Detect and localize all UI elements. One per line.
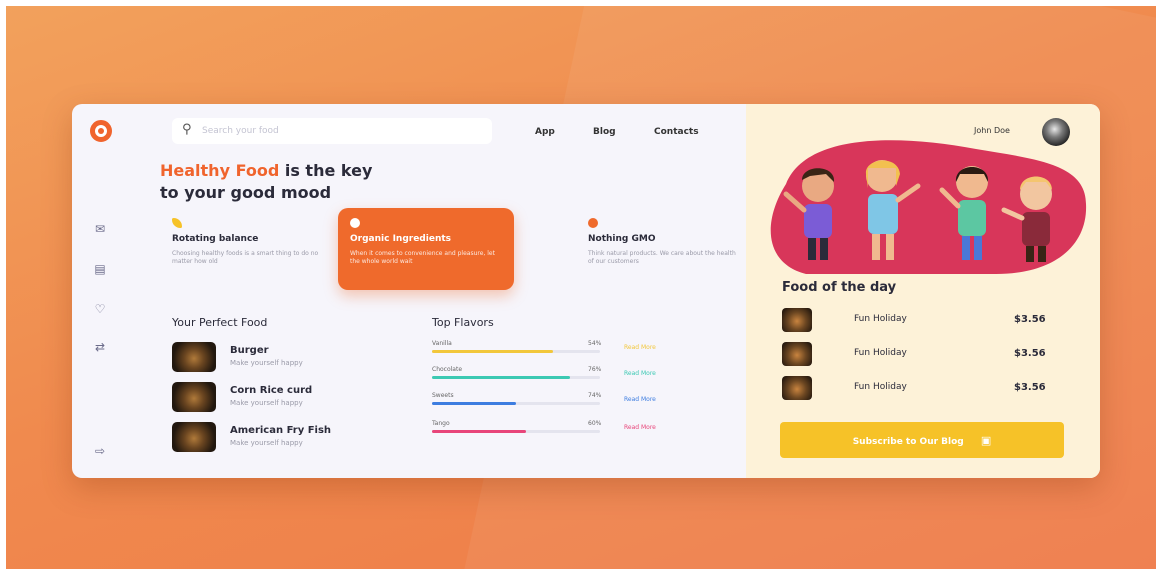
flavor-percent: 74% <box>588 392 602 399</box>
flavor-bar-fill <box>432 376 570 379</box>
nav-app[interactable]: App <box>535 127 555 137</box>
flavor-name: Chocolate <box>432 366 463 373</box>
list-item-corn-rice-curd[interactable]: Corn Rice curd Make yourself happy <box>172 382 392 412</box>
logo-icon[interactable] <box>90 120 112 142</box>
flavor-bar-fill <box>432 430 527 433</box>
food-subtitle: Make yourself happy <box>230 399 303 407</box>
food-name: Burger <box>230 345 269 356</box>
flavor-bar <box>432 376 600 379</box>
flavor-bar-fill <box>432 350 553 353</box>
flavor-percent: 54% <box>588 340 602 347</box>
food-name: American Fry Fish <box>230 425 332 436</box>
food-price: $3.56 <box>1014 348 1046 359</box>
flavor-bar <box>432 350 600 353</box>
read-more-link[interactable]: Read More <box>624 424 656 431</box>
flavor-name: Tango <box>432 420 450 427</box>
top-flavors-title: Top Flavors <box>432 316 494 329</box>
hero-heading: Healthy Food is the key to your good moo… <box>160 160 372 204</box>
apple-icon <box>350 218 360 228</box>
tag-icon[interactable]: ⇄ <box>92 340 108 354</box>
feature-desc: Think natural products. We care about th… <box>588 250 736 265</box>
flavor-name: Sweets <box>432 392 454 399</box>
food-price: $3.56 <box>1014 382 1046 393</box>
feature-title: Nothing GMO <box>588 234 656 244</box>
app-window: ✉ ▤ ♡ ⇄ ⇨ ⚲ App Blog Contacts Healthy Fo… <box>72 104 1100 478</box>
flavor-bar-fill <box>432 402 516 405</box>
tomato-icon <box>588 218 598 228</box>
read-more-link[interactable]: Read More <box>624 370 656 377</box>
feature-title: Rotating balance <box>172 234 259 244</box>
heart-icon[interactable]: ♡ <box>92 302 108 316</box>
read-more-link[interactable]: Read More <box>624 344 656 351</box>
mail-icon[interactable]: ✉ <box>92 222 108 236</box>
hero-line2: to your good mood <box>160 183 332 202</box>
flavor-row: Sweets 74% Read More <box>432 392 692 412</box>
feature-title: Organic Ingredients <box>350 234 452 244</box>
sidebar: ✉ ▤ ♡ ⇄ ⇨ <box>72 104 132 478</box>
feature-desc: When it comes to convenience and pleasur… <box>350 250 495 265</box>
flavor-percent: 76% <box>588 366 602 373</box>
flavor-name: Vanilla <box>432 340 452 347</box>
nav-contacts[interactable]: Contacts <box>654 127 699 137</box>
search-icon: ⚲ <box>182 122 192 137</box>
read-more-link[interactable]: Read More <box>624 396 656 403</box>
food-image <box>172 422 216 452</box>
subscribe-button[interactable]: Subscribe to Our Blog ▣ <box>780 422 1064 458</box>
food-subtitle: Make yourself happy <box>230 439 303 447</box>
food-image <box>172 382 216 412</box>
food-of-day-item[interactable]: Fun Holiday $3.56 <box>782 376 1046 402</box>
food-image <box>782 308 812 332</box>
feature-rotating-balance[interactable]: Rotating balance Choosing healthy foods … <box>160 208 336 290</box>
search-input[interactable] <box>202 122 472 140</box>
nav-blog[interactable]: Blog <box>593 127 616 137</box>
food-subtitle: Make yourself happy <box>230 359 303 367</box>
feature-organic-ingredients[interactable]: Organic Ingredients When it comes to con… <box>338 208 514 290</box>
flavor-row: Chocolate 76% Read More <box>432 366 692 386</box>
feature-nothing-gmo[interactable]: Nothing GMO Think natural products. We c… <box>576 208 752 290</box>
food-price: $3.56 <box>1014 314 1046 325</box>
list-item-burger[interactable]: Burger Make yourself happy <box>172 342 392 372</box>
feature-desc: Choosing healthy foods is a smart thing … <box>172 250 319 265</box>
search-bar[interactable]: ⚲ <box>172 118 492 144</box>
food-image <box>782 376 812 400</box>
flavor-percent: 60% <box>588 420 602 427</box>
food-name: Fun Holiday <box>854 314 907 324</box>
food-image <box>782 342 812 366</box>
flavor-row: Tango 60% Read More <box>432 420 692 440</box>
banana-icon <box>172 218 182 228</box>
calendar-icon[interactable]: ▤ <box>92 262 108 276</box>
food-of-day-item[interactable]: Fun Holiday $3.56 <box>782 342 1046 368</box>
right-panel: John Doe Food of the day Fun Holiday $3.… <box>746 104 1100 478</box>
food-name: Fun Holiday <box>854 348 907 358</box>
flavor-row: Vanilla 54% Read More <box>432 340 692 360</box>
flavor-bar <box>432 402 600 405</box>
food-name: Corn Rice curd <box>230 385 313 396</box>
list-item-american-fry-fish[interactable]: American Fry Fish Make yourself happy <box>172 422 392 452</box>
hero-line1: is the key <box>279 161 373 180</box>
logout-icon[interactable]: ⇨ <box>92 444 108 458</box>
food-of-day-title: Food of the day <box>782 280 897 295</box>
food-of-day-item[interactable]: Fun Holiday $3.56 <box>782 308 1046 334</box>
hero-accent: Healthy Food <box>160 161 280 180</box>
perfect-food-title: Your Perfect Food <box>172 316 268 329</box>
subscribe-label: Subscribe to Our Blog <box>852 436 964 447</box>
flavor-bar <box>432 430 600 433</box>
food-image <box>172 342 216 372</box>
kids-illustration <box>770 140 1087 274</box>
food-name: Fun Holiday <box>854 382 907 392</box>
bag-icon: ▣ <box>980 433 992 447</box>
